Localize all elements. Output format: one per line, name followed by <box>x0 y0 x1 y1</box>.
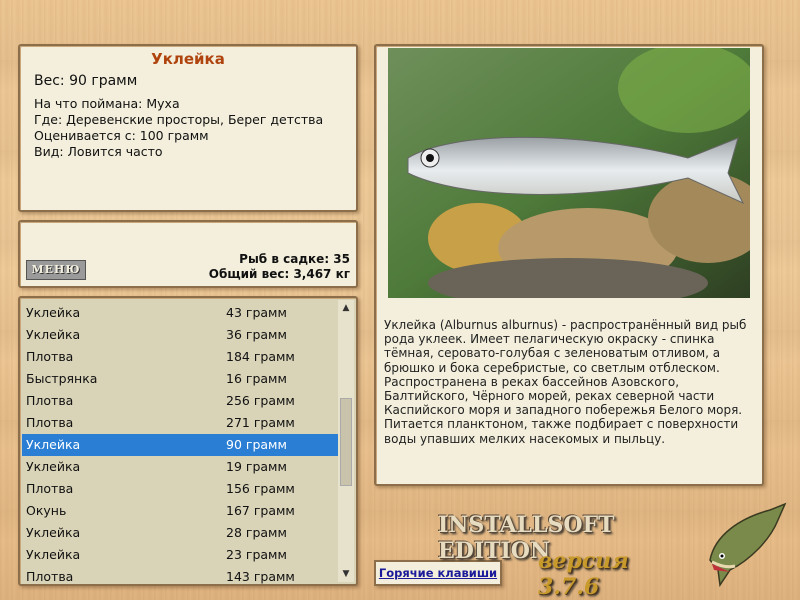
catch-fish-weight: 90 грамм <box>226 437 287 452</box>
list-item[interactable]: Плотва 156 грамм <box>22 478 342 500</box>
list-item[interactable]: Плотва 184 грамм <box>22 346 342 368</box>
fish-name-title: Уклейка <box>151 50 225 68</box>
catch-fish-weight: 167 грамм <box>226 503 295 518</box>
catch-fish-name: Плотва <box>26 481 74 496</box>
catch-fish-weight: 16 грамм <box>226 371 287 386</box>
list-item[interactable]: Уклейка 19 грамм <box>22 456 342 478</box>
list-item[interactable]: Уклейка 90 грамм <box>22 434 342 456</box>
list-item[interactable]: Уклейка 28 грамм <box>22 522 342 544</box>
catch-fish-weight: 23 грамм <box>226 547 287 562</box>
catch-fish-name: Окунь <box>26 503 67 518</box>
catch-rows: Уклейка 43 грамм Уклейка 36 грамм Плотва 184 … <box>22 302 342 584</box>
brand-logo: INSTALLSOFT EDITION версия 3.7.6 <box>438 512 688 600</box>
catch-fish-weight: 271 грамм <box>226 415 295 430</box>
catch-fish-name: Уклейка <box>26 437 81 452</box>
catch-fish-name: Уклейка <box>26 305 81 320</box>
list-item[interactable]: Быстрянка 16 грамм <box>22 368 342 390</box>
caught-on: На что поймана: Муха <box>34 96 180 111</box>
catch-fish-weight: 19 грамм <box>226 459 287 474</box>
catch-fish-name: Уклейка <box>26 547 81 562</box>
version-label: версия 3.7.6 <box>538 548 629 600</box>
menu-button[interactable]: МЕНЮ <box>26 260 86 280</box>
valued-from: Оценивается с: 100 грамм <box>34 128 209 143</box>
list-item[interactable]: Плотва 256 грамм <box>22 390 342 412</box>
fish-weight: Вес: 90 грамм <box>34 73 138 89</box>
fish-description-panel: Уклейка (Alburnus alburnus) - распростра… <box>374 44 764 486</box>
list-item[interactable]: Плотва 271 грамм <box>22 412 342 434</box>
catch-fish-weight: 28 грамм <box>226 525 287 540</box>
keepnet-stats-panel: МЕНЮ Рыб в садке: 35 Общий вес: 3,467 кг <box>18 220 358 288</box>
bleak-fish-photo-icon <box>388 48 750 298</box>
fish-photo <box>388 48 750 298</box>
scroll-down-icon[interactable]: ▼ <box>338 566 354 582</box>
list-scrollbar[interactable]: ▲ ▼ <box>338 300 354 582</box>
fish-count: Рыб в садке: 35 <box>239 252 350 266</box>
fish-info-panel: Уклейка Вес: 90 грамм На что поймана: Му… <box>18 44 358 212</box>
catch-fish-name: Плотва <box>26 569 74 584</box>
total-weight: Общий вес: 3,467 кг <box>208 267 350 281</box>
catch-fish-name: Уклейка <box>26 459 81 474</box>
pike-fish-icon <box>709 502 787 588</box>
list-item[interactable]: Окунь 167 грамм <box>22 500 342 522</box>
catch-fish-weight: 43 грамм <box>226 305 287 320</box>
catch-fish-weight: 156 грамм <box>226 481 295 496</box>
catch-list[interactable]: Уклейка 43 грамм Уклейка 36 грамм Плотва 184 … <box>18 296 358 586</box>
catch-fish-name: Плотва <box>26 415 74 430</box>
catch-fish-name: Быстрянка <box>26 371 98 386</box>
catch-fish-name: Уклейка <box>26 327 81 342</box>
catch-fish-name: Уклейка <box>26 525 81 540</box>
catch-fish-weight: 143 грамм <box>226 569 295 584</box>
catch-location: Где: Деревенские просторы, Берег детства <box>34 112 324 127</box>
list-item[interactable]: Плотва 143 грамм <box>22 566 342 584</box>
list-item[interactable]: Уклейка 23 грамм <box>22 544 342 566</box>
list-item[interactable]: Уклейка 43 грамм <box>22 302 342 324</box>
scroll-up-icon[interactable]: ▲ <box>338 300 354 316</box>
catch-fish-weight: 36 грамм <box>226 327 287 342</box>
fish-description: Уклейка (Alburnus alburnus) - распростра… <box>384 318 747 446</box>
list-item[interactable]: Уклейка 36 грамм <box>22 324 342 346</box>
catch-fish-name: Плотва <box>26 349 74 364</box>
catch-fish-name: Плотва <box>26 393 74 408</box>
scroll-thumb[interactable] <box>340 398 352 486</box>
catch-fish-weight: 256 грамм <box>226 393 295 408</box>
catch-fish-weight: 184 грамм <box>226 349 295 364</box>
fish-kind: Вид: Ловится часто <box>34 144 163 159</box>
